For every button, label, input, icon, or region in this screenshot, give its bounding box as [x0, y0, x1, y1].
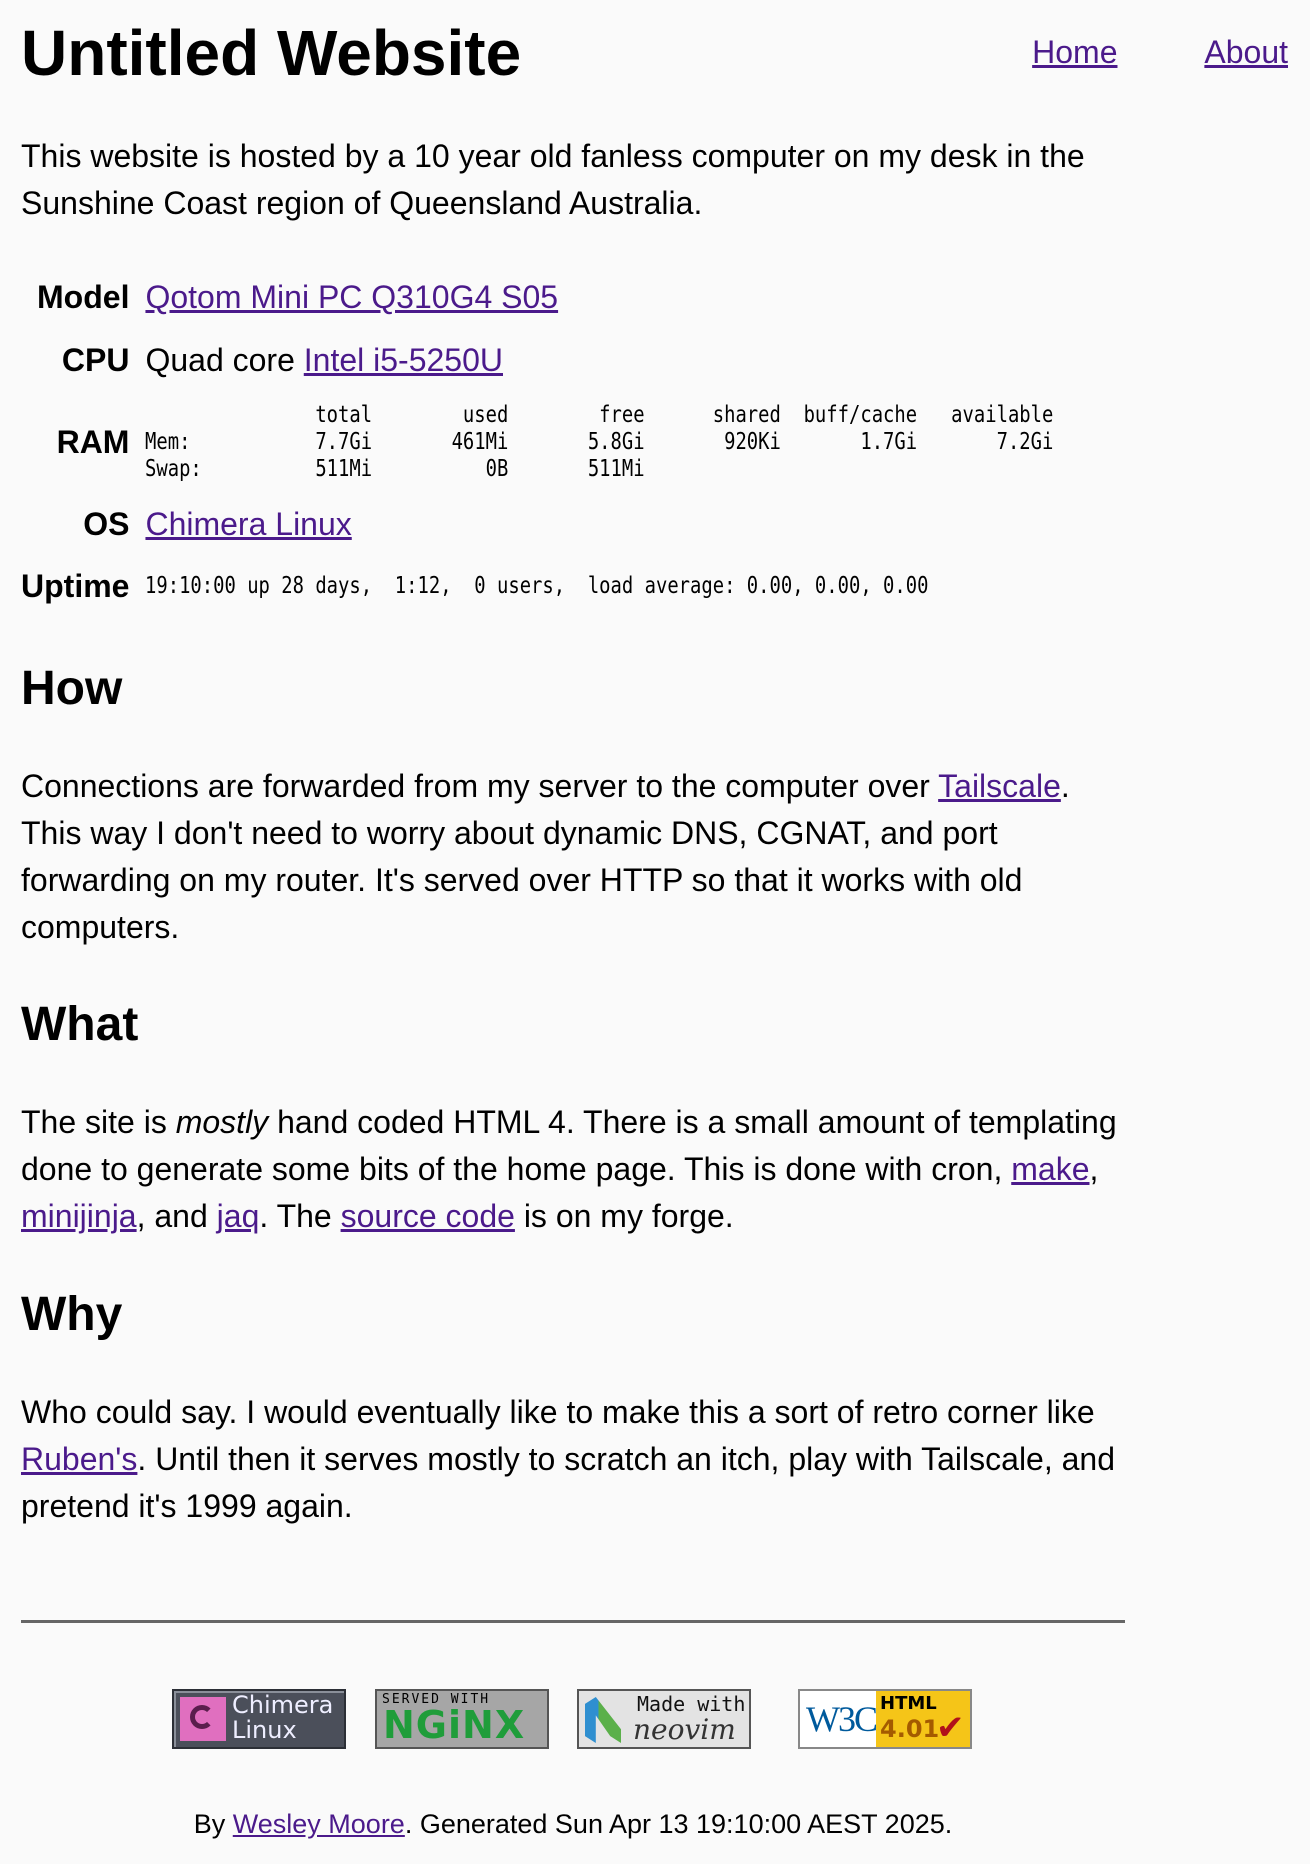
chimera-badge-text: Chimera Linux — [232, 1693, 333, 1743]
why-paragraph: Who could say. I would eventually like t… — [21, 1389, 1125, 1530]
top-nav: Home About — [954, 28, 1288, 76]
spec-value-cpu: Quad core Intel i5-5250U — [145, 329, 1253, 392]
nginx-badge-logo-text: NGiNX — [383, 1703, 526, 1747]
spec-table: Model Qotom Mini PC Q310G4 S05 CPU Quad … — [21, 266, 1253, 617]
what-text-4: , and — [136, 1198, 217, 1234]
cpu-prefix: Quad core — [145, 342, 304, 378]
tailscale-link[interactable]: Tailscale — [938, 768, 1061, 804]
ram-output: total used free shared buff/cache availa… — [145, 402, 1054, 482]
spec-label-model: Model — [37, 279, 130, 315]
site-title: Untitled Website — [21, 17, 522, 89]
neovim-logo-icon — [585, 1697, 621, 1743]
cpu-link[interactable]: Intel i5-5250U — [304, 342, 503, 378]
spec-label-ram: RAM — [56, 424, 130, 460]
neovim-badge-name: neovim — [633, 1713, 736, 1746]
jaq-link[interactable]: jaq — [217, 1198, 260, 1234]
chimera-linux-badge[interactable]: Chimera Linux — [172, 1689, 346, 1749]
spec-value-ram: total used free shared buff/cache availa… — [145, 392, 1253, 493]
spec-row-model: Model Qotom Mini PC Q310G4 S05 — [21, 266, 1253, 329]
make-link[interactable]: make — [1011, 1151, 1089, 1187]
checkmark-icon: ✔ — [936, 1708, 965, 1748]
chimera-logo-icon — [180, 1697, 226, 1741]
spec-label-uptime: Uptime — [21, 568, 130, 604]
spec-label-cpu: CPU — [61, 342, 130, 378]
w3c-badge-html-text: HTML — [880, 1693, 937, 1714]
spec-label-os: OS — [83, 506, 130, 542]
what-text-6: is on my forge. — [514, 1198, 734, 1234]
neovim-badge[interactable]: Made with neovim — [577, 1689, 751, 1749]
footer-suffix: . Generated Sun Apr 13 19:10:00 AEST 202… — [404, 1809, 953, 1839]
minijinja-link[interactable]: minijinja — [21, 1198, 137, 1234]
chimera-badge-line1: Chimera — [232, 1691, 334, 1719]
what-text-3: , — [1089, 1151, 1099, 1187]
spec-value-model: Qotom Mini PC Q310G4 S05 — [145, 266, 1253, 329]
how-text-1: Connections are forwarded from my server… — [21, 768, 939, 804]
nav-home-link[interactable]: Home — [1032, 34, 1117, 70]
why-text-2: . Until then it serves mostly to scratch… — [21, 1441, 1116, 1524]
w3c-html-badge[interactable]: W3C HTML 4.01 ✔ — [798, 1689, 972, 1749]
model-link[interactable]: Qotom Mini PC Q310G4 S05 — [145, 279, 558, 315]
what-text-5: . The — [259, 1198, 341, 1234]
what-heading: What — [21, 998, 139, 1051]
how-heading: How — [21, 662, 123, 715]
intro-paragraph: This website is hosted by a 10 year old … — [21, 138, 1085, 221]
uptime-output: 19:10:00 up 28 days, 1:12, 0 users, load… — [145, 573, 929, 599]
spec-value-uptime: 19:10:00 up 28 days, 1:12, 0 users, load… — [145, 556, 1253, 617]
chimera-badge-line2: Linux — [232, 1716, 297, 1744]
footer: By Wesley Moore. Generated Sun Apr 13 19… — [0, 1807, 1146, 1841]
os-link[interactable]: Chimera Linux — [145, 506, 351, 542]
badge-row: Chimera Linux SERVED WITH NGiNX Made with… — [0, 1689, 1310, 1751]
w3c-logo-text: W3C — [806, 1699, 878, 1739]
spec-row-os: OS Chimera Linux — [21, 493, 1253, 556]
spec-row-uptime: Uptime 19:10:00 up 28 days, 1:12, 0 user… — [21, 556, 1253, 617]
how-paragraph: Connections are forwarded from my server… — [21, 763, 1125, 951]
nginx-badge[interactable]: SERVED WITH NGiNX — [375, 1689, 549, 1749]
rubens-link[interactable]: Ruben's — [21, 1441, 137, 1477]
nav-about-link[interactable]: About — [1204, 34, 1288, 70]
footer-divider — [21, 1620, 1125, 1623]
what-paragraph: The site is mostly hand coded HTML 4. Th… — [21, 1099, 1125, 1240]
what-text-1: The site is — [21, 1104, 176, 1140]
spec-value-os: Chimera Linux — [145, 493, 1253, 556]
footer-prefix: By — [193, 1809, 233, 1839]
why-heading: Why — [21, 1288, 123, 1341]
w3c-badge-version: 4.01 — [880, 1715, 940, 1743]
source-code-link[interactable]: source code — [341, 1198, 515, 1234]
spec-row-cpu: CPU Quad core Intel i5-5250U — [21, 329, 1253, 392]
neovim-badge-made-text: Made with — [637, 1692, 746, 1716]
what-emphasis: mostly — [175, 1104, 269, 1140]
author-link[interactable]: Wesley Moore — [233, 1809, 405, 1839]
spec-row-ram: RAM total used free shared buff/cache av… — [21, 392, 1253, 493]
why-text-1: Who could say. I would eventually like t… — [21, 1394, 1095, 1430]
